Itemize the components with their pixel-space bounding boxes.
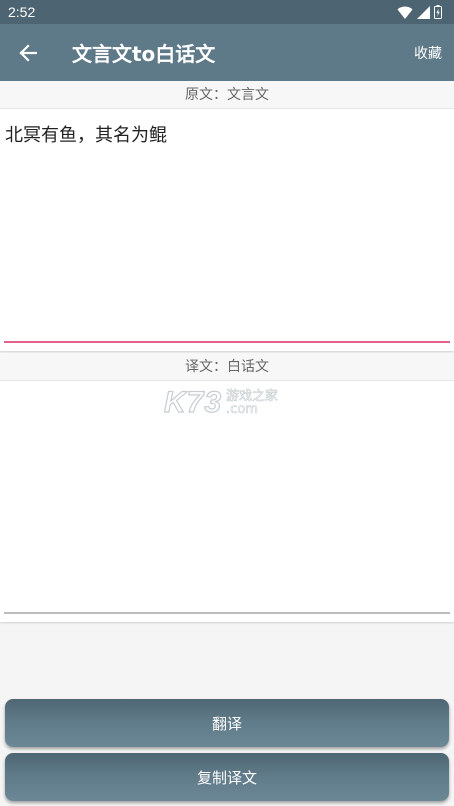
status-bar: 2:52 [0, 0, 454, 24]
translation-output-underline [4, 612, 450, 614]
watermark-line2: .com [226, 402, 259, 417]
wifi-icon [397, 6, 413, 19]
app-bar: 文言文to白话文 收藏 [0, 24, 454, 81]
source-label: 原文：文言文 [0, 81, 454, 109]
source-input-underline [4, 341, 450, 343]
watermark-text: 游戏之家 .com [226, 390, 279, 417]
back-button[interactable] [0, 24, 56, 81]
signal-icon [417, 5, 430, 19]
copy-translation-button[interactable]: 复制译文 [5, 753, 449, 801]
status-icons [397, 5, 442, 19]
source-input[interactable]: 北冥有鱼，其名为鲲 [0, 109, 454, 159]
page-title: 文言文to白话文 [72, 42, 216, 66]
translate-button[interactable]: 翻译 [5, 699, 449, 747]
battery-icon [434, 5, 442, 19]
source-input-card: 北冥有鱼，其名为鲲 [0, 109, 454, 351]
status-time: 2:52 [8, 4, 36, 20]
favorite-button[interactable]: 收藏 [402, 43, 454, 63]
watermark-logo: K73 [163, 385, 223, 419]
watermark: K73 游戏之家 .com [163, 385, 279, 420]
translation-label: 译文：白话文 [0, 353, 454, 381]
arrow-left-icon [19, 43, 37, 62]
